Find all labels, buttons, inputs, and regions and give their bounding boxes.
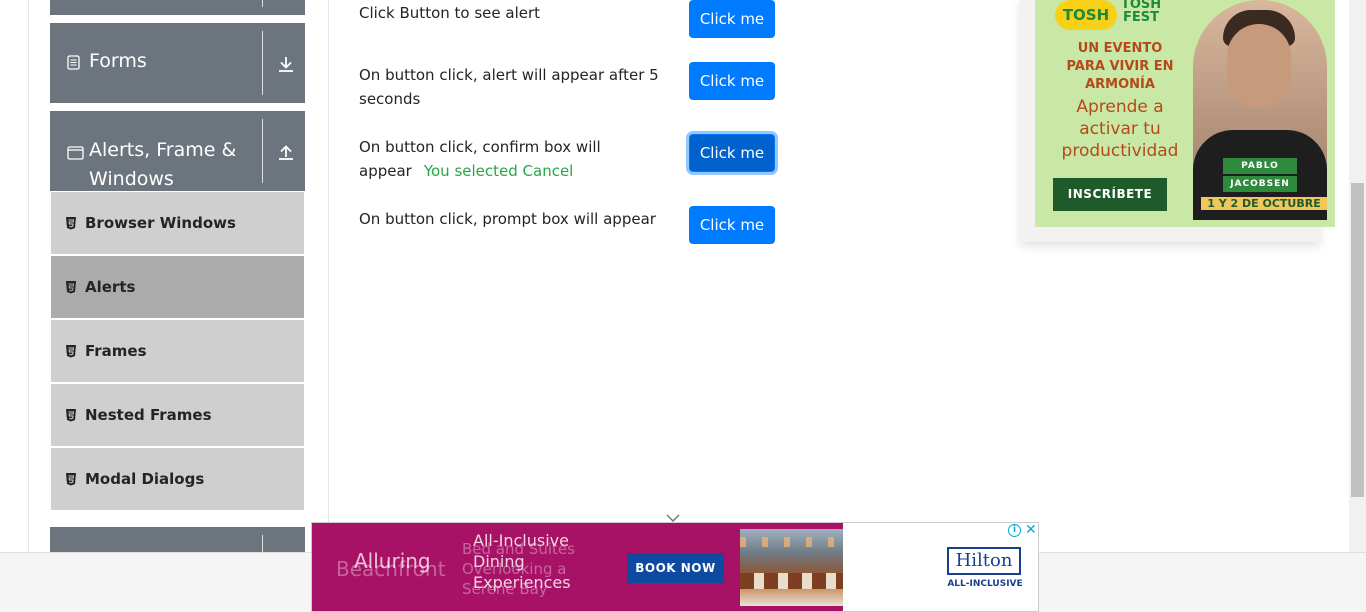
sidebar-group-title-line1: Alerts, Frame & [89,139,237,161]
sidebar-group-alerts-frame-windows[interactable]: Alerts, Frame & Windows [50,111,305,191]
ad-headline-line2: PARA VIVIR EN [1066,59,1174,74]
html5-icon [65,215,77,230]
bottom-ad-left-panel[interactable]: Beachfront Bed and Suites Overlooking a … [312,523,843,611]
ad-headline-line1: UN EVENTO [1077,41,1163,56]
confirm-button[interactable]: Click me [689,134,775,172]
photo-tables [740,573,843,589]
page: Forms Alerts, Frame & Windows Browser Wi… [0,0,1366,612]
ad-sub-line3: productividad [1061,141,1179,161]
bottom-ad-brand-word: Alluring [354,549,431,573]
ad-signup-button[interactable]: INSCRÍBETE [1053,178,1167,211]
tosh-logo: TOSH [1055,0,1117,30]
ad-speaker-last-name: JACOBSEN [1223,176,1297,192]
ad-subheadline: Aprende a activar tu productividad [1045,96,1195,162]
sidebar-item-browser-windows[interactable]: Browser Windows [51,192,304,254]
group-separator [262,0,263,7]
ad-info-icon[interactable]: i [1008,524,1021,537]
sidebar-item-label: Frames [85,342,147,360]
html5-icon [65,343,77,358]
bottom-ad-copy-line3: Experiences [473,573,571,592]
sidebar-item-label: Modal Dialogs [85,470,205,488]
alert-row-text: Click Button to see alert [359,4,541,22]
prompt-row-text: On button click, prompt box will appear [359,210,656,228]
sidebar-group-title-line2: Windows [89,168,174,190]
book-now-button[interactable]: BOOK NOW [627,553,724,583]
group-separator [262,535,263,552]
scrollbar-thumb[interactable] [1351,183,1364,497]
sidebar-item-frames[interactable]: Frames [51,320,304,382]
group-separator [262,31,263,95]
tosh-fest-line2: FEST [1123,10,1159,25]
confirm-row-text: On button click, confirm box will appear… [359,135,601,183]
hilton-logo: Hilton [947,547,1021,575]
html5-icon [65,279,77,294]
sidebar-divider [328,0,329,560]
timer-alert-row-text: On button click, alert will appear after… [359,63,659,111]
sidebar-group-collapsed-top[interactable] [50,0,305,15]
sidebar-group-collapsed-bottom[interactable] [50,527,305,552]
ad-headline: UN EVENTO PARA VIVIR EN ARMONÍA [1045,40,1195,94]
timer-alert-button[interactable]: Click me [689,62,775,100]
window-icon [67,145,84,164]
ad-sub-line2: activar tu [1079,119,1161,139]
photo-lights [740,537,843,547]
sidebar-item-label: Browser Windows [85,214,236,232]
left-gutter [28,0,29,560]
chevron-down-icon[interactable] [665,508,681,523]
sidebar-item-modal-dialogs[interactable]: Modal Dialogs [51,448,304,510]
group-separator [262,119,263,183]
html5-icon [65,407,77,422]
sidebar-item-alerts[interactable]: Alerts [51,256,304,318]
sidebar-item-label: Nested Frames [85,406,212,424]
ad-banner[interactable]: TOSH TOSH FEST UN EVENTO PARA VIVIR EN A… [1035,0,1335,227]
ad-headline-line3: ARMONÍA [1085,77,1155,92]
bottom-ad-copy: All-Inclusive Dining Experiences [473,530,571,593]
ad-person-face [1227,24,1291,108]
confirm-text-line1: On button click, confirm box will [359,138,601,156]
hilton-logo-subtitle: ALL-INCLUSIVE [947,579,1023,589]
download-arrow-icon[interactable] [277,55,295,73]
sidebar-ad[interactable]: TOSH TOSH FEST UN EVENTO PARA VIVIR EN A… [1020,0,1335,242]
ad-speaker-first-name: PABLO [1223,158,1297,174]
timer-alert-text-line1: On button click, alert will appear after… [359,66,659,84]
sidebar-group-title: Forms [89,50,147,72]
bottom-ad-copy-line2: Dining [473,552,525,571]
confirm-text-line2: appear [359,162,412,180]
alert-button[interactable]: Click me [689,0,775,38]
vertical-scrollbar[interactable] [1349,0,1366,552]
timer-alert-text-line2: seconds [359,90,421,108]
bottom-ad[interactable]: Beachfront Bed and Suites Overlooking a … [311,522,1039,612]
ad-event-date: 1 Y 2 DE OCTUBRE [1201,197,1327,210]
sidebar-item-label: Alerts [85,278,136,296]
restaurant-photo [740,529,843,606]
sidebar-item-nested-frames[interactable]: Nested Frames [51,384,304,446]
upload-arrow-icon[interactable] [277,143,295,161]
tosh-fest-logo: TOSH FEST [1121,0,1161,24]
ad-sub-line1: Aprende a [1076,97,1164,117]
sidebar-group-forms[interactable]: Forms [50,23,305,103]
document-icon [67,55,80,74]
html5-icon [65,471,77,486]
confirm-result-text: You selected Cancel [423,162,574,180]
bottom-ad-copy-line1: All-Inclusive [473,531,569,550]
prompt-button[interactable]: Click me [689,206,775,244]
ad-close-icon[interactable]: ✕ [1025,522,1037,538]
